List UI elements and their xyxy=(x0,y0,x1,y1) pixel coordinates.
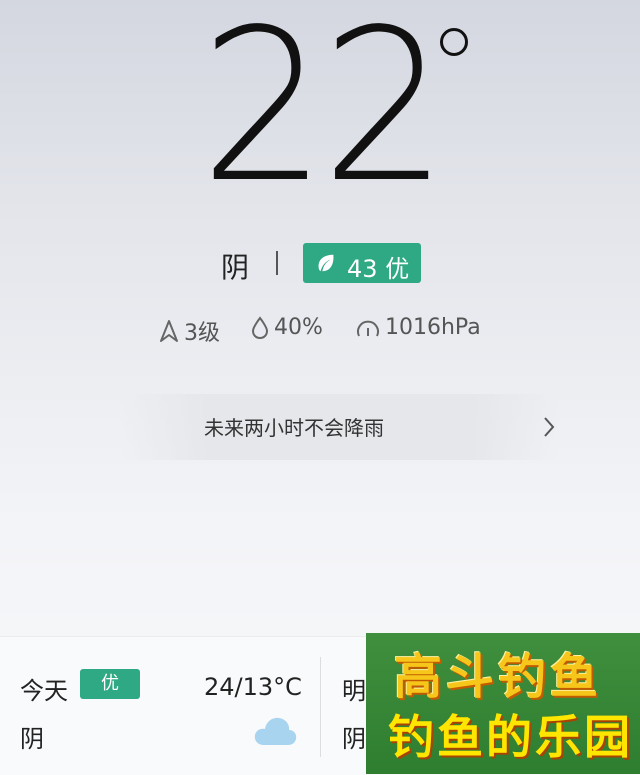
forecast-tomorrow-label: 明 xyxy=(342,677,366,705)
forecast-tomorrow-condition: 阴 xyxy=(342,725,366,753)
aqi-badge[interactable]: 43 优 xyxy=(303,243,421,283)
wind-value: 3级 xyxy=(184,321,220,346)
forecast-today-temp-range: 24/13°C xyxy=(204,673,302,701)
pressure-gauge-icon xyxy=(357,320,379,336)
ad-subtitle: 钓鱼的乐园 xyxy=(388,710,633,764)
aqi-value-label: 43 优 xyxy=(347,255,410,283)
rain-forecast-text: 未来两小时不会降雨 xyxy=(204,416,384,440)
pressure-metric: 1016hPa xyxy=(355,315,481,340)
cloud-icon xyxy=(254,717,297,745)
forecast-today-label: 今天 xyxy=(20,677,68,705)
weather-metrics: 3级 40% 1016hPa xyxy=(0,315,640,347)
ad-title: 高斗钓鱼 xyxy=(394,649,603,705)
rain-forecast-bar[interactable]: 未来两小时不会降雨 xyxy=(120,394,560,460)
forecast-today-aqi-badge: 优 xyxy=(80,669,140,699)
forecast-divider xyxy=(320,657,321,757)
forecast-today-condition: 阴 xyxy=(20,725,44,753)
condition-row: 阴 43 优 xyxy=(0,243,640,284)
pressure-value: 1016hPa xyxy=(385,315,481,340)
droplet-icon xyxy=(251,315,269,339)
degree-symbol xyxy=(440,28,468,56)
humidity-value: 40% xyxy=(274,315,323,340)
wind-direction-icon xyxy=(160,320,178,342)
condition-divider xyxy=(276,251,278,275)
current-temperature: 22 xyxy=(200,0,448,229)
current-condition: 阴 xyxy=(221,251,250,284)
leaf-icon xyxy=(318,254,334,272)
chevron-right-icon xyxy=(544,417,555,437)
humidity-metric: 40% xyxy=(250,315,323,340)
ad-banner[interactable]: 高斗钓鱼 钓鱼的乐园 xyxy=(366,633,640,774)
wind-metric: 3级 xyxy=(158,315,220,347)
